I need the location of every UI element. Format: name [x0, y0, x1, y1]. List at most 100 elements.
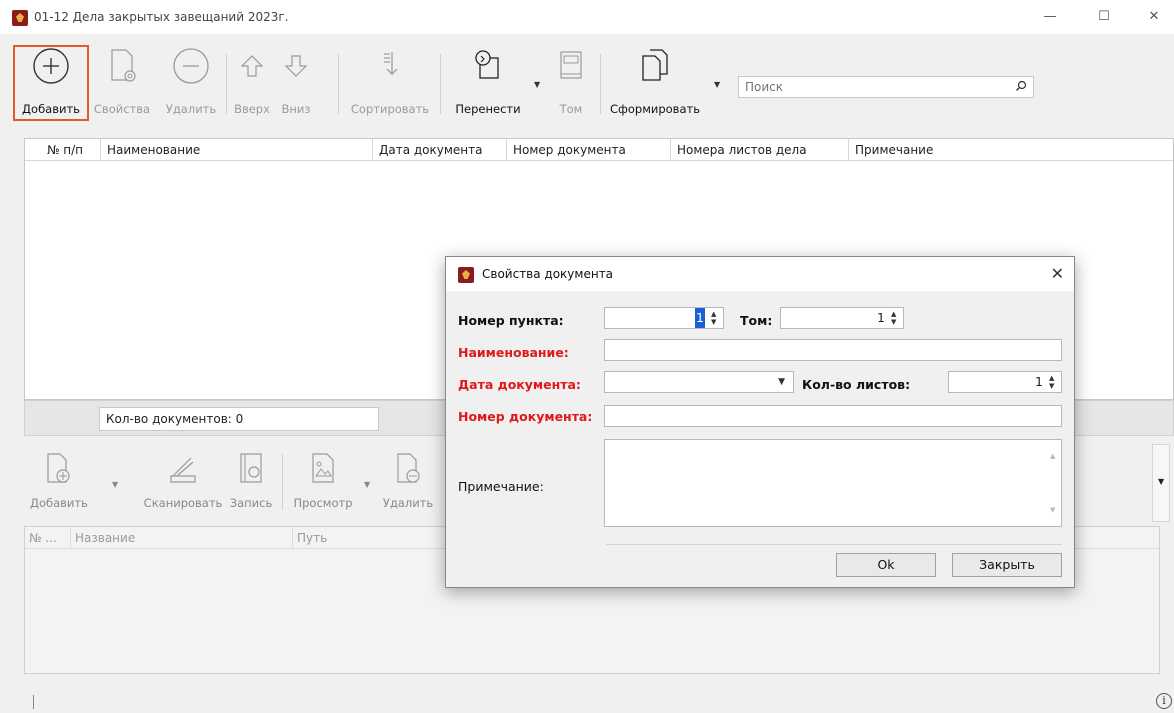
close-dialog-button[interactable]: Закрыть: [952, 553, 1062, 577]
move-up-button[interactable]: Вверх: [232, 46, 272, 116]
close-button[interactable]: ✕: [1134, 4, 1174, 30]
minimize-button[interactable]: —: [1030, 4, 1070, 30]
column-header-name[interactable]: Наименование: [101, 139, 373, 161]
generate-button[interactable]: Сформировать: [606, 46, 704, 116]
window-titlebar: 01-12 Дела закрытых завещаний 2023г. — ☐…: [0, 0, 1174, 34]
copy-documents-icon: [642, 49, 668, 81]
toolbar-separator: [440, 54, 441, 114]
status-bar: i: [0, 690, 1174, 713]
files-toolbar-dropdown[interactable]: ▼: [1152, 444, 1170, 522]
scan-button[interactable]: Сканировать: [140, 450, 226, 510]
scroll-up-icon[interactable]: ▲: [1050, 446, 1055, 466]
document-minus-icon: [397, 453, 420, 483]
status-bar-divider: [33, 695, 34, 709]
dialog-divider: [606, 544, 1062, 545]
file-add-dropdown-caret-icon[interactable]: ▼: [112, 480, 118, 489]
volume-label: Том: [559, 102, 583, 116]
dialog-logo-icon: [458, 267, 474, 283]
minus-circle-icon: [173, 48, 209, 84]
arrow-down-icon: [284, 55, 308, 77]
toolbar-separator: [600, 54, 601, 114]
window-title: 01-12 Дела закрытых завещаний 2023г.: [34, 10, 289, 24]
column-header-file-name[interactable]: Название: [71, 527, 293, 549]
file-add-label: Добавить: [30, 496, 88, 510]
image-document-icon: [312, 453, 334, 483]
column-header-note[interactable]: Примечание: [849, 139, 1173, 161]
maximize-button[interactable]: ☐: [1084, 4, 1124, 30]
record-label: Запись: [229, 496, 273, 510]
sheets-count-spin-icon[interactable]: ▲ ▼: [1049, 374, 1057, 390]
sort-button[interactable]: Сортировать: [344, 46, 436, 116]
item-number-spin-icon[interactable]: ▲ ▼: [711, 310, 719, 326]
delete-button[interactable]: Удалить: [162, 46, 220, 116]
dialog-close-icon[interactable]: ✕: [1051, 264, 1064, 283]
dialog-titlebar: Свойства документа ✕: [446, 257, 1074, 291]
app-logo-icon: [12, 10, 28, 26]
generate-label: Сформировать: [610, 102, 700, 116]
preview-label: Просмотр: [293, 496, 353, 510]
file-delete-label: Удалить: [382, 496, 434, 510]
transfer-dropdown-caret-icon[interactable]: ▼: [534, 80, 540, 89]
file-add-button[interactable]: Добавить: [30, 450, 88, 510]
column-header-doc-number[interactable]: Номер документа: [507, 139, 671, 161]
search-icon[interactable]: [1015, 80, 1027, 92]
name-field[interactable]: [604, 339, 1062, 361]
document-number-field[interactable]: [604, 405, 1062, 427]
date-dropdown-caret-icon[interactable]: ▼: [778, 372, 785, 392]
toolbar-separator: [338, 54, 339, 114]
scan-label: Сканировать: [143, 496, 223, 510]
move-down-label: Вниз: [281, 102, 311, 116]
document-date-label: Дата документа:: [458, 377, 581, 392]
arrow-up-icon: [240, 55, 264, 77]
document-gear-icon: [111, 49, 136, 82]
item-number-label: Номер пункта:: [458, 313, 564, 328]
column-header-number[interactable]: № п/п: [41, 139, 101, 161]
properties-button-label: Свойства: [93, 102, 151, 116]
book-icon: [560, 51, 582, 79]
search-box[interactable]: [738, 76, 1034, 98]
volume-field-value: 1: [877, 310, 885, 325]
note-textarea[interactable]: ▲ ▼: [604, 439, 1062, 527]
file-delete-button[interactable]: Удалить: [378, 450, 438, 510]
document-number-label: Номер документа:: [458, 409, 593, 424]
column-header-date[interactable]: Дата документа: [373, 139, 507, 161]
film-reel-icon: [240, 453, 262, 483]
documents-table-header: № п/п Наименование Дата документа Номер …: [25, 139, 1173, 161]
documents-count: Кол-во документов: 0: [99, 407, 379, 431]
volume-spin-icon[interactable]: ▲ ▼: [891, 310, 899, 326]
sort-label: Сортировать: [350, 102, 430, 116]
item-number-value: 1: [695, 308, 705, 328]
properties-button[interactable]: Свойства: [90, 46, 154, 116]
toolbar-separator: [282, 454, 283, 510]
note-scrollbar[interactable]: ▲ ▼: [1045, 440, 1061, 526]
item-number-stepper[interactable]: 1 ▲ ▼: [604, 307, 724, 329]
preview-button[interactable]: Просмотр: [288, 450, 358, 510]
sort-icon: [384, 52, 398, 76]
document-plus-icon: [47, 453, 70, 483]
move-down-button[interactable]: Вниз: [276, 46, 316, 116]
volume-stepper[interactable]: 1 ▲ ▼: [780, 307, 904, 329]
volume-field-label: Том:: [740, 313, 773, 328]
name-label: Наименование:: [458, 345, 569, 360]
scroll-down-icon[interactable]: ▼: [1050, 500, 1055, 520]
column-header-file-number[interactable]: № ...: [25, 527, 71, 549]
generate-dropdown-caret-icon[interactable]: ▼: [714, 80, 720, 89]
record-button[interactable]: Запись: [226, 450, 276, 510]
sheets-count-stepper[interactable]: 1 ▲ ▼: [948, 371, 1062, 393]
delete-button-label: Удалить: [165, 102, 217, 116]
sheets-count-value: 1: [1035, 374, 1043, 389]
transfer-button[interactable]: Перенести: [446, 46, 530, 116]
transfer-icon: [475, 50, 499, 79]
add-button-highlight: [13, 45, 89, 121]
ok-button[interactable]: Ok: [836, 553, 936, 577]
transfer-label: Перенести: [455, 102, 521, 116]
info-icon[interactable]: i: [1156, 693, 1172, 709]
column-header-sheet-numbers[interactable]: Номера листов дела: [671, 139, 849, 161]
note-label: Примечание:: [458, 479, 544, 494]
toolbar-separator: [226, 54, 227, 114]
volume-button[interactable]: Том: [548, 46, 594, 116]
document-date-picker[interactable]: ▼: [604, 371, 794, 393]
preview-dropdown-caret-icon[interactable]: ▼: [364, 480, 370, 489]
search-input[interactable]: [739, 77, 1009, 97]
chevron-down-icon: ▼: [1158, 477, 1165, 486]
